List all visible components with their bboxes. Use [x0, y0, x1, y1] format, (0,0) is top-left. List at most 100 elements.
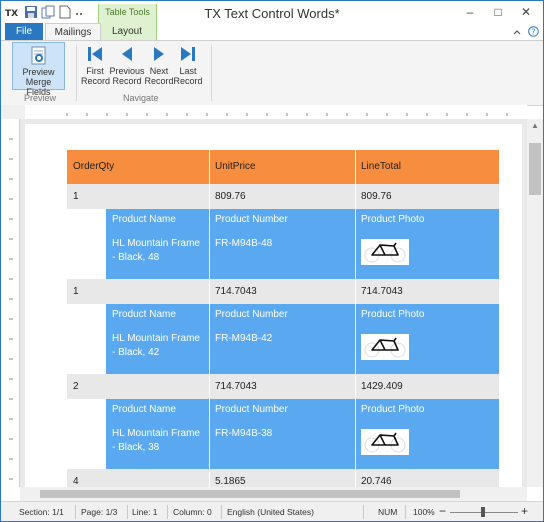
- subheader-product-name-text: Product Name: [112, 214, 176, 225]
- row-total-cell[interactable]: 20.746: [355, 469, 499, 487]
- product-name-cell[interactable]: HL Mountain Frame - Black, 38: [106, 421, 209, 469]
- row-total-cell-text: 809.76: [361, 191, 392, 202]
- preview-merge-fields-button[interactable]: Preview Merge Fields: [12, 42, 65, 97]
- row-price-cell-text: 5.1865: [215, 476, 246, 487]
- status-bar: Section: 1/1 Page: 1/3 Line: 1 Column: 0…: [1, 501, 543, 521]
- tab-mailings[interactable]: Mailings: [45, 23, 101, 41]
- row-total-cell[interactable]: 809.76: [355, 184, 499, 209]
- subheader-product-number[interactable]: Product Number: [209, 399, 355, 421]
- row-price-cell[interactable]: 5.1865: [209, 469, 355, 487]
- previous-record-label-1: Previous: [109, 66, 145, 76]
- header-orderqty[interactable]: OrderQty: [67, 150, 209, 184]
- product-number-cell[interactable]: FR-M94B-38: [209, 421, 355, 469]
- row-total-cell[interactable]: 1429.409: [355, 374, 499, 399]
- product-name-cell[interactable]: HL Mountain Frame - Black, 48: [106, 231, 209, 279]
- collapse-ribbon-icon[interactable]: [512, 27, 522, 37]
- zoom-level: 100%: [413, 507, 435, 517]
- product-number-cell-text: FR-M94B-38: [215, 428, 273, 439]
- document-area[interactable]: OrderQty UnitPrice LineTotal 1 809.76 809.76 P…: [20, 119, 527, 487]
- subheader-product-name[interactable]: Product Name: [106, 209, 209, 231]
- subheader-product-name-text: Product Name: [112, 309, 176, 320]
- last-record-label-1: Last: [179, 66, 197, 76]
- product-name-cell-text: HL Mountain Frame - Black, 38: [112, 428, 200, 453]
- next-record-button[interactable]: Next Record: [144, 45, 174, 86]
- product-number-cell[interactable]: FR-M94B-48: [209, 231, 355, 279]
- row-qty-cell-text: 4: [73, 476, 79, 487]
- product-photo-cell[interactable]: [355, 421, 499, 469]
- row-price-cell[interactable]: 809.76: [209, 184, 355, 209]
- horizontal-ruler[interactable]: [25, 105, 527, 120]
- subheader-product-photo[interactable]: Product Photo: [355, 399, 499, 421]
- last-record-button[interactable]: Last Record: [173, 45, 203, 86]
- row-price-cell-text: 809.76: [215, 191, 246, 202]
- header-unitprice-text: UnitPrice: [215, 161, 256, 172]
- horizontal-scrollbar[interactable]: [20, 487, 527, 501]
- subheader-product-photo[interactable]: Product Photo: [355, 209, 499, 231]
- row-qty-cell[interactable]: 2: [67, 374, 209, 399]
- first-record-button[interactable]: First Record: [81, 45, 110, 86]
- header-linetotal[interactable]: LineTotal: [355, 150, 499, 184]
- row-total-cell-text: 20.746: [361, 476, 392, 487]
- tab-layout[interactable]: Layout: [101, 23, 153, 40]
- subheader-product-photo[interactable]: Product Photo: [355, 304, 499, 326]
- header-linetotal-text: LineTotal: [361, 161, 402, 172]
- header-orderqty-text: OrderQty: [73, 161, 115, 172]
- zoom-slider-thumb[interactable]: [481, 507, 485, 517]
- column-gridline: [209, 150, 210, 487]
- subheader-product-number-text: Product Number: [215, 214, 288, 225]
- tab-file[interactable]: File: [5, 23, 43, 40]
- status-language: English (United States): [227, 507, 314, 517]
- row-price-cell[interactable]: 714.7043: [209, 279, 355, 304]
- product-number-cell[interactable]: FR-M94B-42: [209, 326, 355, 374]
- close-button[interactable]: ✕: [512, 1, 540, 23]
- ruler-corner: [1, 105, 25, 119]
- horizontal-scroll-thumb[interactable]: [40, 490, 460, 498]
- next-record-icon: [154, 47, 164, 61]
- subheader-product-photo-text: Product Photo: [361, 404, 425, 415]
- row-total-cell[interactable]: 714.7043: [355, 279, 499, 304]
- subheader-product-number[interactable]: Product Number: [209, 209, 355, 231]
- status-divider: [405, 505, 406, 519]
- subheader-product-number-text: Product Number: [215, 404, 288, 415]
- previous-record-label-2: Record: [112, 76, 142, 86]
- zoom-in-button[interactable]: +: [521, 504, 528, 518]
- scroll-up-icon[interactable]: ▲: [530, 121, 540, 130]
- next-record-label-1: Next: [149, 66, 169, 76]
- product-name-cell-text: HL Mountain Frame - Black, 42: [112, 333, 200, 358]
- row-qty-cell-text: 1: [73, 191, 79, 202]
- last-record-label-2: Record: [173, 76, 203, 86]
- product-photo-cell[interactable]: [355, 231, 499, 279]
- last-record-icon: [181, 47, 195, 61]
- navigate-group-label: Navigate: [123, 93, 159, 103]
- help-icon[interactable]: ?: [528, 26, 539, 37]
- subheader-product-number[interactable]: Product Number: [209, 304, 355, 326]
- row-qty-cell[interactable]: 4: [67, 469, 209, 487]
- header-unitprice[interactable]: UnitPrice: [209, 150, 355, 184]
- vertical-scrollbar[interactable]: ▲: [527, 119, 543, 487]
- subheader-product-name[interactable]: Product Name: [106, 399, 209, 421]
- first-record-icon: [88, 47, 102, 61]
- previous-record-icon: [122, 47, 132, 61]
- row-qty-cell[interactable]: 1: [67, 279, 209, 304]
- zoom-out-button[interactable]: −: [439, 504, 446, 518]
- status-num: NUM: [378, 507, 398, 517]
- app-window: TX TX Text Control Words* – □ ✕ Table To…: [0, 0, 544, 522]
- minimize-button[interactable]: –: [456, 1, 484, 23]
- preview-group-label: Preview: [24, 93, 57, 103]
- product-photo-cell[interactable]: [355, 326, 499, 374]
- product-number-cell-text: FR-M94B-48: [215, 238, 273, 249]
- row-qty-cell[interactable]: 1: [67, 184, 209, 209]
- vertical-ruler[interactable]: [1, 119, 20, 487]
- row-qty-cell-text: 2: [73, 381, 79, 392]
- previous-record-button[interactable]: Previous Record: [109, 45, 145, 86]
- subheader-product-name[interactable]: Product Name: [106, 304, 209, 326]
- product-name-cell[interactable]: HL Mountain Frame - Black, 42: [106, 326, 209, 374]
- row-price-cell-text: 714.7043: [215, 286, 257, 297]
- document-page[interactable]: OrderQty UnitPrice LineTotal 1 809.76 809.76 P…: [25, 124, 522, 487]
- group-divider: [211, 45, 212, 101]
- status-divider: [221, 505, 222, 519]
- vertical-scroll-thumb[interactable]: [529, 143, 541, 195]
- group-divider: [76, 45, 77, 101]
- maximize-button[interactable]: □: [484, 1, 512, 23]
- row-price-cell[interactable]: 714.7043: [209, 374, 355, 399]
